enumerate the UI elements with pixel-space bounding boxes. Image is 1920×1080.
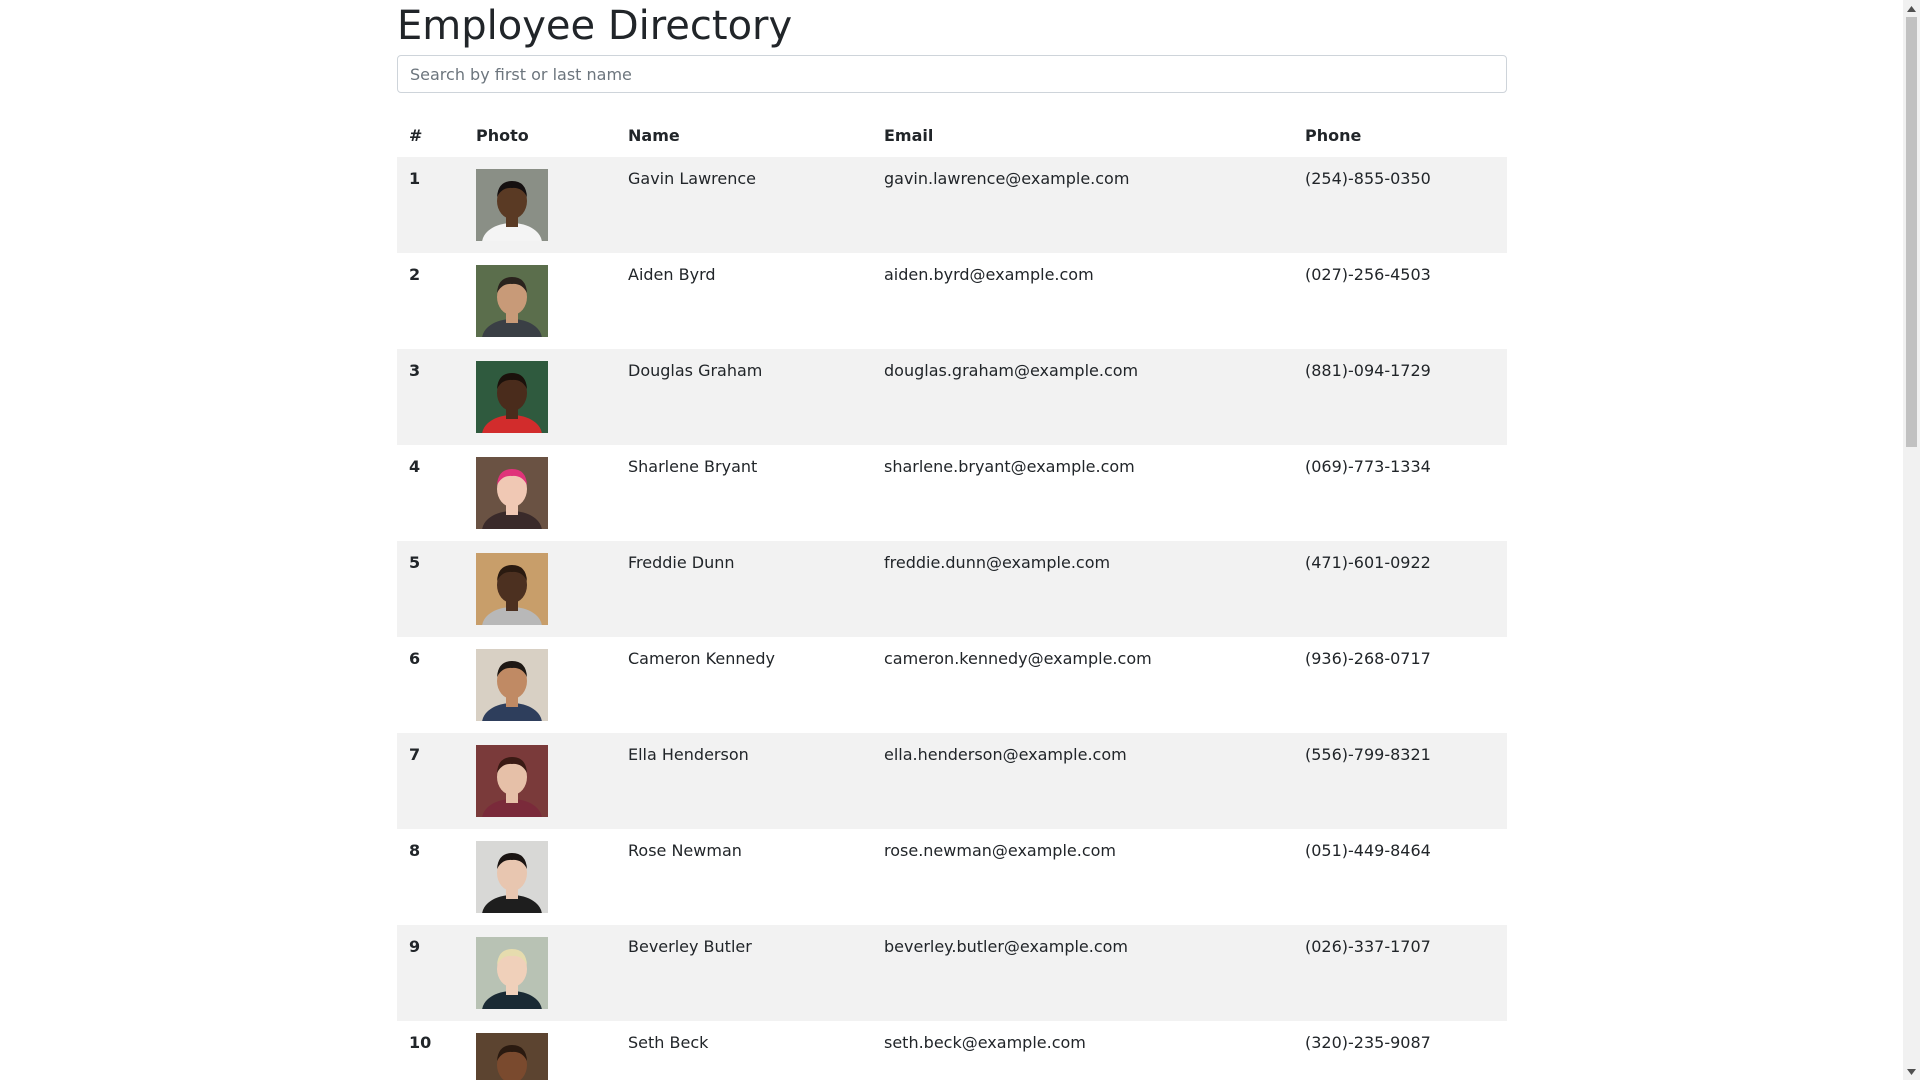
employee-email: gavin.lawrence@example.com [884, 169, 1130, 188]
employee-name: Sharlene Bryant [628, 457, 758, 476]
employee-name: Ella Henderson [628, 745, 749, 764]
table-row: 3 Douglas Graham douglas.graham@example.co… [397, 349, 1507, 445]
employee-phone: (881)-094-1729 [1305, 361, 1431, 380]
employee-table: # Photo Name Email Phone 1 Gavin Lawrence… [397, 109, 1507, 1080]
avatar [476, 361, 548, 433]
table-row: 9 Beverley Butler beverley.butler@example.… [397, 925, 1507, 1021]
avatar [476, 553, 548, 625]
avatar [476, 745, 548, 817]
employee-name: Seth Beck [628, 1033, 709, 1052]
employee-email: rose.newman@example.com [884, 841, 1117, 860]
row-number: 4 [409, 457, 421, 476]
employee-name: Douglas Graham [628, 361, 763, 380]
employee-phone: (556)-799-8321 [1305, 745, 1431, 764]
row-number: 8 [409, 841, 421, 860]
column-header-email[interactable]: Email [872, 109, 1293, 157]
employee-email: aiden.byrd@example.com [884, 265, 1094, 284]
search-input[interactable] [397, 55, 1507, 93]
employee-phone: (051)-449-8464 [1305, 841, 1431, 860]
vertical-scrollbar[interactable] [1903, 0, 1920, 1080]
table-header-row: # Photo Name Email Phone [397, 109, 1507, 157]
column-header-phone[interactable]: Phone [1293, 109, 1507, 157]
row-number: 3 [409, 361, 421, 380]
employee-phone: (026)-337-1707 [1305, 937, 1431, 956]
employee-name: Freddie Dunn [628, 553, 735, 572]
photo-cell [464, 445, 616, 541]
directory-container: Employee Directory # Photo Name Email Ph… [397, 0, 1507, 1080]
employee-phone: (027)-256-4503 [1305, 265, 1431, 284]
row-number: 10 [409, 1033, 432, 1052]
table-row: 10 Seth Beck seth.beck@example.com (320)-23… [397, 1021, 1507, 1080]
page-title: Employee Directory [397, 3, 793, 49]
employee-email: ella.henderson@example.com [884, 745, 1127, 764]
avatar [476, 1033, 548, 1080]
employee-email: cameron.kennedy@example.com [884, 649, 1152, 668]
table-body: 1 Gavin Lawrence gavin.lawrence@example.co… [397, 157, 1507, 1080]
row-number: 2 [409, 265, 421, 284]
row-number: 5 [409, 553, 421, 572]
employee-name: Aiden Byrd [628, 265, 716, 284]
photo-cell [464, 349, 616, 445]
employee-email: beverley.butler@example.com [884, 937, 1129, 956]
row-number: 6 [409, 649, 421, 668]
table-row: 6 Cameron Kennedy cameron.kennedy@example.… [397, 637, 1507, 733]
photo-cell [464, 925, 616, 1021]
scroll-up-arrow-icon[interactable] [1903, 0, 1920, 17]
photo-cell [464, 157, 616, 253]
employee-email: douglas.graham@example.com [884, 361, 1139, 380]
row-number: 1 [409, 169, 421, 188]
row-number: 9 [409, 937, 421, 956]
employee-phone: (069)-773-1334 [1305, 457, 1431, 476]
avatar [476, 457, 548, 529]
avatar [476, 841, 548, 913]
employee-name: Gavin Lawrence [628, 169, 756, 188]
table-row: 1 Gavin Lawrence gavin.lawrence@example.co… [397, 157, 1507, 253]
employee-phone: (936)-268-0717 [1305, 649, 1431, 668]
table-row: 5 Freddie Dunn freddie.dunn@example.com (47… [397, 541, 1507, 637]
employee-name: Cameron Kennedy [628, 649, 775, 668]
employee-phone: (471)-601-0922 [1305, 553, 1431, 572]
avatar [476, 169, 548, 241]
page: Employee Directory # Photo Name Email Ph… [0, 0, 1920, 1080]
photo-cell [464, 829, 616, 925]
column-header-photo[interactable]: Photo [464, 109, 616, 157]
employee-name: Beverley Butler [628, 937, 752, 956]
photo-cell [464, 253, 616, 349]
employee-phone: (320)-235-9087 [1305, 1033, 1431, 1052]
avatar [476, 937, 548, 1009]
row-number: 7 [409, 745, 421, 764]
photo-cell [464, 637, 616, 733]
column-header-name[interactable]: Name [616, 109, 872, 157]
scroll-down-arrow-icon[interactable] [1903, 1063, 1920, 1080]
photo-cell [464, 1021, 616, 1080]
employee-email: sharlene.bryant@example.com [884, 457, 1135, 476]
scrollbar-thumb[interactable] [1906, 17, 1917, 447]
employee-email: freddie.dunn@example.com [884, 553, 1111, 572]
table-row: 2 Aiden Byrd aiden.byrd@example.com (027)-2… [397, 253, 1507, 349]
avatar [476, 265, 548, 337]
table-row: 7 Ella Henderson ella.henderson@example.co… [397, 733, 1507, 829]
employee-name: Rose Newman [628, 841, 742, 860]
photo-cell [464, 541, 616, 637]
employee-email: seth.beck@example.com [884, 1033, 1086, 1052]
avatar [476, 649, 548, 721]
employee-phone: (254)-855-0350 [1305, 169, 1431, 188]
column-header-number[interactable]: # [397, 109, 464, 157]
table-row: 8 Rose Newman rose.newman@example.com (051)… [397, 829, 1507, 925]
table-row: 4 Sharlene Bryant sharlene.bryant@example.… [397, 445, 1507, 541]
photo-cell [464, 733, 616, 829]
